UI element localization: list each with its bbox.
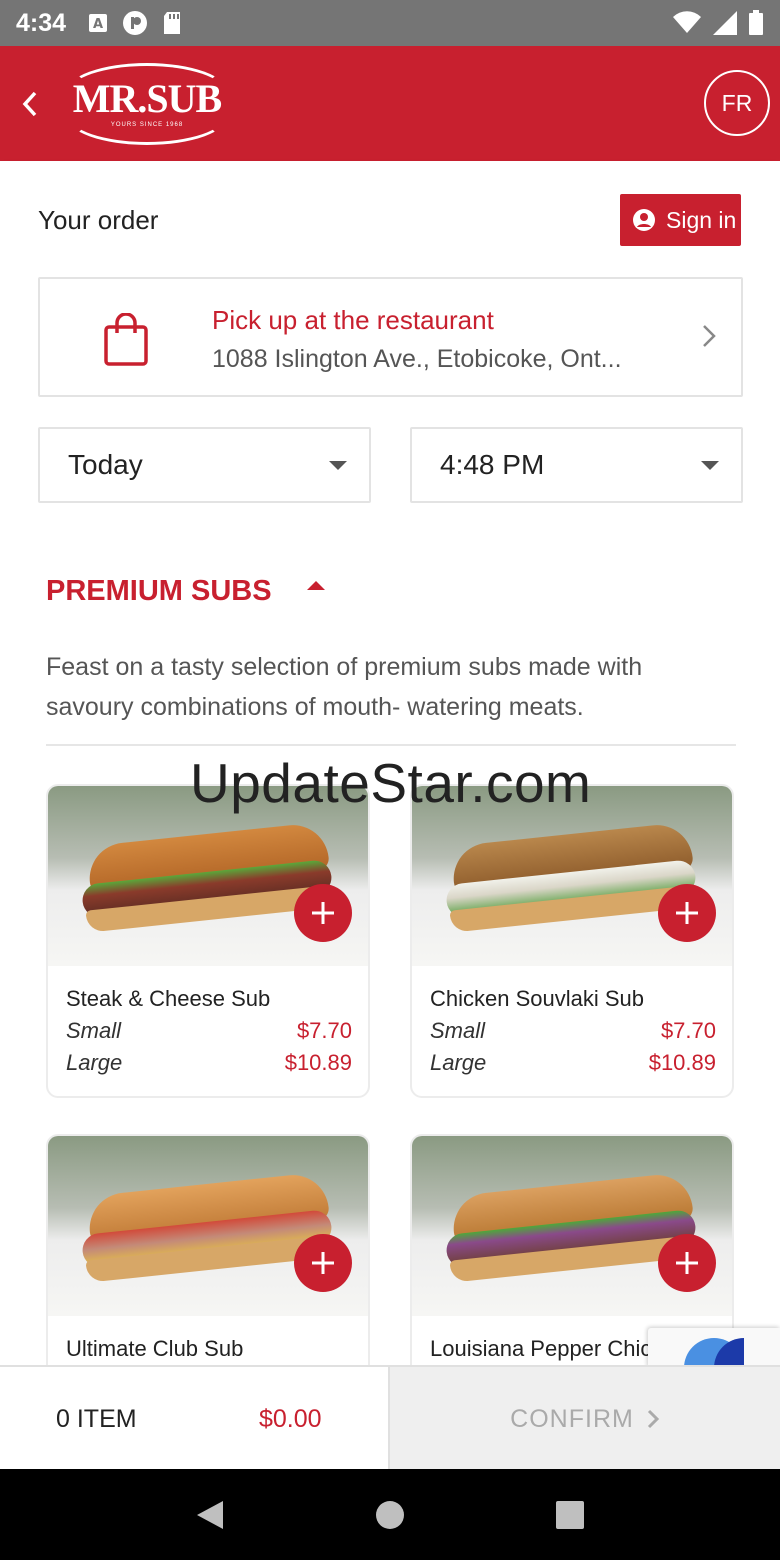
sign-in-button[interactable]: Sign in — [620, 194, 741, 246]
chevron-left-icon — [22, 91, 37, 116]
confirm-button[interactable]: CONFIRM — [390, 1367, 780, 1471]
product-name: Ultimate Club Sub — [66, 1336, 244, 1361]
size-price: $10.89 — [648, 1050, 716, 1075]
collapse-caret-icon[interactable] — [307, 581, 325, 590]
language-toggle-button[interactable]: FR — [704, 70, 770, 136]
product-card[interactable]: Chicken Souvlaki Sub Small $7.70 Large $… — [410, 784, 734, 1098]
add-to-order-button[interactable] — [658, 1234, 716, 1292]
date-select[interactable]: Today — [38, 427, 371, 503]
cart-summary: 0 ITEM $0.00 — [0, 1367, 390, 1471]
back-button[interactable] — [8, 74, 52, 134]
product-name: Steak & Cheese Sub — [66, 986, 271, 1011]
time-value: 4:48 PM — [440, 449, 545, 480]
size-label: Large — [430, 1050, 487, 1075]
size-label: Large — [66, 1050, 123, 1075]
cart-bar: 0 ITEM $0.00 CONFIRM — [0, 1365, 780, 1471]
item-count: 0 ITEM — [56, 1405, 137, 1433]
keyboard-a-icon: A — [89, 14, 108, 32]
order-panel: Your order Sign in Pick up at the restau… — [0, 161, 780, 533]
recaptcha-badge[interactable] — [648, 1328, 780, 1368]
app-badge-icon — [123, 11, 148, 35]
product-card[interactable]: Steak & Cheese Sub Small $7.70 Large $10… — [46, 784, 370, 1098]
add-to-order-button[interactable] — [294, 1234, 352, 1292]
order-title: Your order — [38, 205, 159, 235]
size-price: $10.89 — [284, 1050, 352, 1075]
size-price: $7.70 — [660, 1018, 716, 1043]
confirm-label: CONFIRM — [510, 1404, 634, 1433]
size-price: $7.70 — [296, 1018, 352, 1043]
plus-icon — [676, 1252, 698, 1274]
notification-icons: A — [88, 10, 182, 36]
shopping-bag-icon — [104, 313, 148, 366]
chevron-right-icon — [647, 1409, 659, 1429]
watermark-text: UpdateStar.com — [190, 752, 592, 814]
size-row-small: Small $7.70 — [66, 1018, 352, 1044]
size-row-small: Small $7.70 — [430, 1018, 716, 1044]
category-description: Feast on a tasty selection of premium su… — [46, 653, 643, 721]
plus-icon — [676, 902, 698, 924]
category-title[interactable]: PREMIUM SUBS — [46, 575, 272, 608]
logo-tagline: YOURS SINCE 1968 — [110, 122, 184, 128]
app-header: MR.SUB YOURS SINCE 1968 FR — [0, 46, 780, 161]
product-card[interactable]: Ultimate Club Sub — [46, 1134, 370, 1365]
system-navigation-bar — [0, 1469, 780, 1560]
nav-back-icon[interactable] — [195, 1499, 225, 1531]
menu-area: PREMIUM SUBS Feast on a tasty selection … — [0, 533, 780, 1365]
size-row-large: Large $10.89 — [430, 1050, 716, 1076]
cart-total: $0.00 — [259, 1405, 322, 1433]
status-time: 4:34 — [16, 8, 67, 37]
sign-in-label: Sign in — [666, 206, 737, 233]
divider — [46, 744, 736, 746]
time-select[interactable]: 4:48 PM — [410, 427, 743, 503]
plus-icon — [312, 1252, 334, 1274]
logo-text: MR.SUB — [72, 76, 222, 121]
chevron-down-icon — [329, 461, 347, 470]
pickup-location-card[interactable]: Pick up at the restaurant 1088 Islington… — [38, 277, 743, 397]
nav-home-icon[interactable] — [375, 1500, 405, 1530]
chevron-right-icon — [703, 325, 716, 347]
user-icon — [633, 209, 655, 231]
sd-card-icon — [164, 12, 181, 34]
nav-recents-icon[interactable] — [555, 1500, 585, 1530]
add-to-order-button[interactable] — [658, 884, 716, 942]
product-name: Louisiana Pepper Chic — [430, 1336, 652, 1361]
status-bar: 4:34 A — [0, 0, 780, 46]
pickup-address: 1088 Islington Ave., Etobicoke, Ont... — [212, 345, 622, 373]
wifi-icon — [673, 11, 701, 33]
pickup-title: Pick up at the restaurant — [212, 305, 494, 335]
size-label: Small — [430, 1018, 486, 1043]
date-value: Today — [68, 449, 143, 480]
svg-text:A: A — [93, 17, 103, 32]
recaptcha-icon — [684, 1338, 744, 1368]
mr-sub-logo[interactable]: MR.SUB YOURS SINCE 1968 — [66, 62, 228, 145]
system-icons — [672, 10, 764, 36]
product-name: Chicken Souvlaki Sub — [430, 986, 645, 1011]
plus-icon — [312, 902, 334, 924]
size-row-large: Large $10.89 — [66, 1050, 352, 1076]
battery-icon — [749, 10, 763, 35]
add-to-order-button[interactable] — [294, 884, 352, 942]
chevron-down-icon — [701, 461, 719, 470]
signal-icon — [713, 11, 737, 35]
size-label: Small — [66, 1018, 122, 1043]
